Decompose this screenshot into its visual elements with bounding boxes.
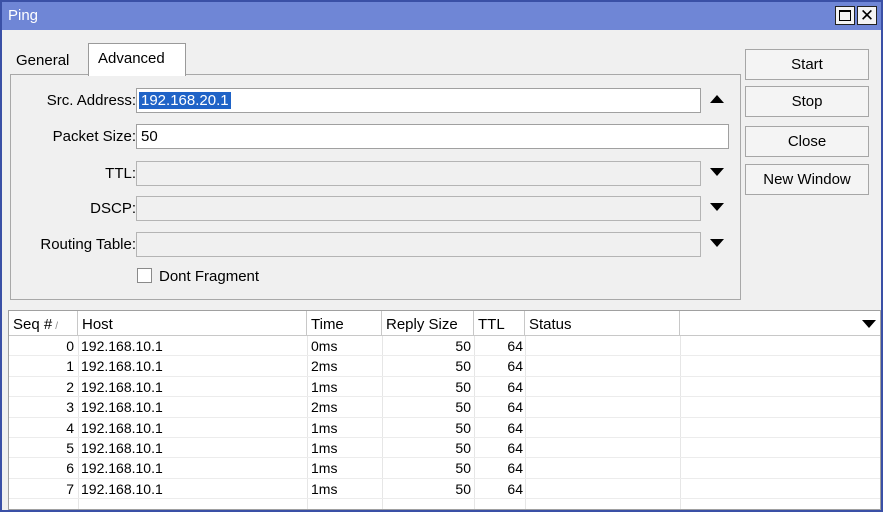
- cell-time: 1ms: [311, 419, 338, 436]
- stop-button[interactable]: Stop: [745, 86, 869, 117]
- cell-host: 192.168.10.1: [81, 378, 163, 395]
- column-header-ttl[interactable]: TTL: [474, 311, 525, 335]
- dscp-label: DSCP:: [90, 200, 136, 217]
- src-address-label: Src. Address:: [46, 92, 136, 109]
- table-header: Seq # / Host Time Reply Size TTL Status: [9, 311, 880, 336]
- routing-table-row: Routing Table:: [11, 230, 742, 258]
- cell-reply-size: 50: [455, 460, 471, 477]
- window-title: Ping: [8, 7, 39, 24]
- tab-advanced[interactable]: Advanced: [88, 43, 186, 76]
- cell-ttl: 64: [507, 378, 523, 395]
- table-row[interactable]: 5 192.168.10.1 1ms 50 64: [9, 438, 880, 459]
- triangle-down-icon[interactable]: [710, 239, 724, 247]
- start-button[interactable]: Start: [745, 49, 869, 80]
- routing-table-input[interactable]: [136, 232, 701, 257]
- cell-ttl: 64: [507, 358, 523, 375]
- cell-reply-size: 50: [455, 399, 471, 416]
- cell-reply-size: 50: [455, 358, 471, 375]
- table-row[interactable]: 2 192.168.10.1 1ms 50 64: [9, 377, 880, 398]
- cell-seq: 7: [66, 480, 74, 497]
- src-address-row: Src. Address: 192.168.20.1: [11, 86, 742, 114]
- restore-icon: [839, 10, 851, 21]
- advanced-panel: Src. Address: 192.168.20.1 Packet Size: …: [10, 74, 741, 300]
- table-row[interactable]: 3 192.168.10.1 2ms 50 64: [9, 397, 880, 418]
- table-row[interactable]: 4 192.168.10.1 1ms 50 64: [9, 418, 880, 438]
- cell-host: 192.168.10.1: [81, 358, 163, 375]
- cell-seq: 6: [66, 460, 74, 477]
- column-menu-icon[interactable]: [862, 320, 876, 328]
- packet-size-label: Packet Size:: [52, 128, 136, 145]
- ping-window: Ping ✕ General Advanced Src. Address: 19…: [0, 0, 883, 512]
- column-header-reply-size[interactable]: Reply Size: [382, 311, 474, 335]
- cell-seq: 5: [66, 439, 74, 456]
- column-header-host[interactable]: Host: [78, 311, 307, 335]
- cell-host: 192.168.10.1: [81, 419, 163, 436]
- packet-size-input[interactable]: 50: [136, 124, 729, 149]
- cell-host: 192.168.10.1: [81, 460, 163, 477]
- triangle-down-icon[interactable]: [710, 203, 724, 211]
- cell-time: 1ms: [311, 439, 338, 456]
- dscp-input[interactable]: [136, 196, 701, 221]
- cell-time: 0ms: [311, 338, 338, 354]
- table-row[interactable]: 0 192.168.10.1 0ms 50 64: [9, 336, 880, 357]
- title-bar[interactable]: Ping ✕: [2, 2, 881, 30]
- cell-time: 1ms: [311, 480, 338, 497]
- cell-seq: 0: [66, 338, 74, 354]
- column-header-status[interactable]: Status: [525, 311, 680, 335]
- close-window-button[interactable]: ✕: [857, 6, 877, 25]
- cell-seq: 2: [66, 378, 74, 395]
- column-header-time[interactable]: Time: [307, 311, 382, 335]
- dont-fragment-checkbox[interactable]: [137, 268, 152, 283]
- close-icon: ✕: [859, 6, 875, 25]
- close-button[interactable]: Close: [745, 126, 869, 157]
- cell-seq: 1: [66, 358, 74, 375]
- new-window-button[interactable]: New Window: [745, 164, 869, 195]
- triangle-up-icon[interactable]: [710, 95, 724, 103]
- cell-host: 192.168.10.1: [81, 399, 163, 416]
- table-row[interactable]: 6 192.168.10.1 1ms 50 64: [9, 458, 880, 479]
- cell-ttl: 64: [507, 419, 523, 436]
- src-address-input[interactable]: 192.168.20.1: [136, 88, 701, 113]
- cell-reply-size: 50: [455, 439, 471, 456]
- sort-indicator: /: [55, 321, 58, 332]
- cell-host: 192.168.10.1: [81, 480, 163, 497]
- cell-ttl: 64: [507, 399, 523, 416]
- ttl-row: TTL:: [11, 159, 742, 187]
- src-address-value: 192.168.20.1: [139, 92, 231, 109]
- cell-ttl: 64: [507, 439, 523, 456]
- cell-host: 192.168.10.1: [81, 439, 163, 456]
- routing-table-label: Routing Table:: [40, 236, 136, 253]
- table-row[interactable]: 7 192.168.10.1 1ms 50 64: [9, 479, 880, 500]
- cell-seq: 3: [66, 399, 74, 416]
- restore-button[interactable]: [835, 6, 855, 25]
- packet-size-row: Packet Size: 50: [11, 122, 742, 150]
- table-body: 0 192.168.10.1 0ms 50 64 1 192.168.10.1 2ms 50 64…: [9, 336, 880, 500]
- dont-fragment-label: Dont Fragment: [159, 268, 260, 285]
- cell-ttl: 64: [507, 338, 523, 354]
- ping-results-table: Seq # / Host Time Reply Size TTL Status 0…: [8, 310, 881, 510]
- cell-seq: 4: [66, 419, 74, 436]
- cell-time: 1ms: [311, 460, 338, 477]
- column-header-seq[interactable]: Seq # /: [9, 311, 78, 335]
- cell-reply-size: 50: [455, 480, 471, 497]
- cell-reply-size: 50: [455, 338, 471, 354]
- cell-time: 2ms: [311, 399, 338, 416]
- ttl-label: TTL:: [105, 165, 136, 182]
- cell-host: 192.168.10.1: [81, 338, 163, 354]
- ttl-input[interactable]: [136, 161, 701, 186]
- cell-time: 1ms: [311, 378, 338, 395]
- triangle-down-icon[interactable]: [710, 168, 724, 176]
- cell-time: 2ms: [311, 358, 338, 375]
- cell-ttl: 64: [507, 480, 523, 497]
- table-row[interactable]: 1 192.168.10.1 2ms 50 64: [9, 356, 880, 377]
- cell-reply-size: 50: [455, 419, 471, 436]
- tab-general[interactable]: General: [10, 47, 88, 75]
- cell-ttl: 64: [507, 460, 523, 477]
- cell-reply-size: 50: [455, 378, 471, 395]
- dscp-row: DSCP:: [11, 194, 742, 222]
